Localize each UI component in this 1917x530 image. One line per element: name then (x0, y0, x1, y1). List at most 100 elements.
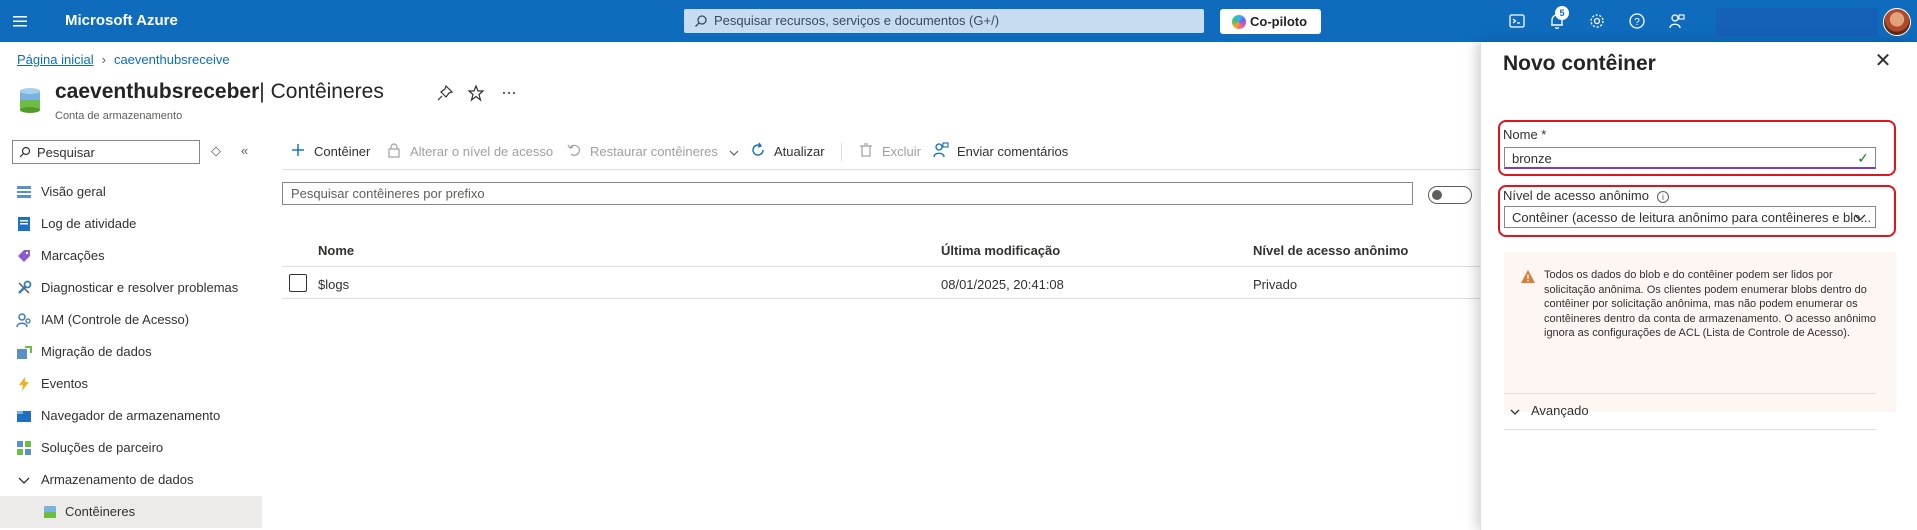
prefix-search-placeholder: Pesquisar contêineres por prefixo (291, 186, 485, 201)
delete-label: Excluir (882, 144, 922, 159)
anonymous-access-warning: Todos os dados do blob e do contêiner po… (1504, 252, 1896, 412)
iam-icon (16, 313, 31, 328)
name-field-label: Nome * (1503, 127, 1547, 142)
tag-icon (18, 250, 30, 262)
add-container-button[interactable]: Contêiner (292, 144, 370, 159)
sidebar-item-label: Migração de dados (41, 344, 152, 359)
sidebar-item-diagnose[interactable]: Diagnosticar e resolver problemas (0, 272, 262, 304)
sidebar-item-tags[interactable]: Marcações (0, 240, 262, 272)
sidebar-item-overview[interactable]: Visão geral (0, 176, 262, 208)
sidebar-item-label: Marcações (41, 248, 105, 263)
hamburger-menu-icon[interactable] (10, 11, 30, 31)
top-bar: Microsoft Azure Pesquisar recursos, serv… (0, 0, 1917, 42)
sidebar-item-label: Diagnosticar e resolver problemas (41, 280, 239, 295)
sidebar-item-storage-browser[interactable]: Navegador de armazenamento (0, 400, 262, 432)
column-header-anonymous-access[interactable]: Nível de acesso anônimo (1253, 243, 1408, 258)
global-search-placeholder: Pesquisar recursos, serviços e documento… (714, 13, 1000, 28)
sidebar-item-label: IAM (Controle de Acesso) (41, 312, 190, 327)
sidebar-item-partner-solutions[interactable]: Soluções de parceiro (0, 432, 262, 464)
breadcrumb: Página inicial › caeventhubsreceive (17, 52, 230, 67)
sidebar-item-label: Armazenamento de dados (41, 472, 194, 487)
sidebar-item-iam[interactable]: IAM (Controle de Acesso) (0, 304, 262, 336)
more-options-icon[interactable] (500, 84, 518, 102)
refresh-icon (752, 142, 764, 156)
page-subtitle: Conta de armazenamento (55, 110, 183, 122)
row-checkbox[interactable] (289, 274, 307, 292)
change-access-level-button[interactable]: Alterar o nível de acesso (388, 143, 554, 159)
sidebar-item-events[interactable]: Eventos (0, 368, 262, 400)
command-bar-divider (282, 169, 1480, 170)
notification-badge: 5 (1555, 6, 1569, 20)
user-avatar[interactable] (1883, 8, 1911, 36)
partner-icon (17, 441, 31, 455)
section-name: Contêineres (270, 80, 384, 103)
delete-button[interactable]: Excluir (860, 143, 922, 159)
access-level-dropdown[interactable]: Contêiner (acesso de leitura anônimo par… (1504, 206, 1876, 228)
sidebar-search-placeholder: Pesquisar (37, 145, 95, 160)
brand-title[interactable]: Microsoft Azure (65, 12, 178, 29)
sidebar-item-containers[interactable]: Contêineres (0, 496, 262, 528)
pin-icon[interactable] (436, 84, 454, 102)
copilot-label: Co-piloto (1250, 14, 1308, 29)
undo-icon (567, 144, 580, 156)
overview-icon (17, 186, 31, 198)
info-icon[interactable]: i (1656, 190, 1669, 203)
sidebar-item-data-migration[interactable]: Migração de dados (0, 336, 262, 368)
container-name-input[interactable]: bronze ✓ (1504, 147, 1876, 169)
collapse-sidebar-icon[interactable]: « (241, 143, 248, 158)
sidebar-item-label: Visão geral (41, 184, 106, 199)
settings-gear-icon[interactable] (1588, 12, 1606, 30)
advanced-section-toggle[interactable]: Avançado (1531, 403, 1589, 418)
chevron-down-icon[interactable] (1509, 406, 1521, 418)
command-separator (841, 143, 842, 161)
access-level-selected-value: Contêiner (acesso de leitura anônimo par… (1512, 210, 1872, 225)
chevron-down-icon (729, 150, 738, 156)
breadcrumb-separator: › (101, 52, 106, 67)
sidebar-item-label: Navegador de armazenamento (41, 408, 221, 423)
copilot-icon (1232, 15, 1246, 29)
storage-browser-icon (17, 411, 31, 422)
sidebar-group-data-storage[interactable]: Armazenamento de dados (0, 464, 262, 496)
show-deleted-toggle[interactable] (1428, 186, 1472, 204)
send-feedback-button[interactable]: Enviar comentários (933, 142, 1069, 159)
restore-containers-button[interactable]: Restaurar contêineres (567, 144, 740, 159)
activity-log-icon (18, 217, 30, 231)
refresh-button[interactable]: Atualizar (752, 142, 825, 159)
breadcrumb-current-link[interactable]: caeventhubsreceive (114, 52, 230, 67)
panel-title: Novo contêiner (1503, 52, 1656, 75)
sidebar-search-input[interactable]: Pesquisar (12, 140, 200, 164)
warning-icon (1521, 270, 1535, 283)
account-info-box[interactable] (1716, 8, 1878, 36)
chevron-down-icon (1854, 214, 1866, 221)
column-header-last-modified[interactable]: Última modificação (941, 243, 1060, 258)
container-name-cell[interactable]: $logs (318, 277, 349, 292)
resource-name: caeventhubsreceber (55, 80, 260, 103)
feedback-icon[interactable] (1668, 12, 1686, 30)
warning-text: Todos os dados do blob e do contêiner po… (1544, 269, 1877, 339)
access-level-label-text: Nível de acesso anônimo (1503, 188, 1649, 203)
sidebar-item-activity-log[interactable]: Log de atividade (0, 208, 262, 240)
new-container-panel: Novo contêiner ✕ Nome * bronze ✓ Nível d… (1480, 42, 1917, 530)
close-icon[interactable]: ✕ (1874, 51, 1892, 71)
sidebar-nav: Visão geral Log de atividade Marcações D… (0, 176, 262, 528)
access-level-label: Nível de acesso anônimo i (1503, 188, 1669, 203)
advanced-bottom-divider (1504, 429, 1876, 430)
feedback-person-icon (933, 142, 949, 158)
sidebar-item-label: Contêineres (65, 504, 136, 519)
search-icon (19, 146, 31, 158)
global-search-input[interactable]: Pesquisar recursos, serviços e documento… (684, 9, 1204, 33)
plus-icon (292, 144, 304, 156)
breadcrumb-home-link[interactable]: Página inicial (17, 52, 94, 67)
container-name-value: bronze (1512, 151, 1552, 166)
favorite-star-icon[interactable] (467, 84, 485, 102)
expand-collapse-icon[interactable]: ◇ (211, 143, 221, 159)
copilot-button[interactable]: Co-piloto (1220, 9, 1321, 34)
access-level-cell: Privado (1253, 277, 1298, 292)
cloud-shell-icon[interactable] (1508, 12, 1526, 30)
sidebar-item-label: Soluções de parceiro (41, 440, 164, 455)
help-icon[interactable]: ? (1628, 12, 1646, 30)
container-prefix-search-input[interactable]: Pesquisar contêineres por prefixo (282, 182, 1413, 205)
column-header-name[interactable]: Nome (318, 243, 354, 258)
send-feedback-label: Enviar comentários (957, 144, 1069, 159)
change-access-level-label: Alterar o nível de acesso (410, 144, 554, 159)
